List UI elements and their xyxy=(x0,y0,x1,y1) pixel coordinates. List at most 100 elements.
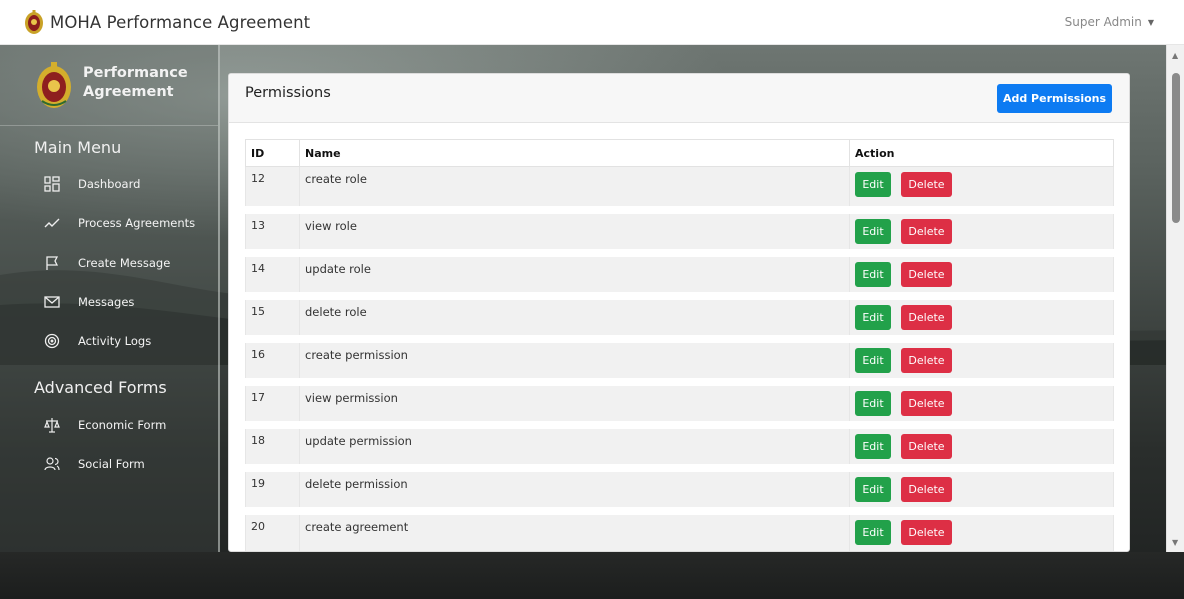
sidebar-item-label: Create Message xyxy=(78,256,171,270)
cell-actions: Edit Delete xyxy=(849,334,1114,382)
add-permissions-button[interactable]: Add Permissions xyxy=(997,84,1112,113)
cell-name: update permission xyxy=(299,420,850,468)
scroll-up-arrow-icon[interactable]: ▲ xyxy=(1172,51,1178,60)
national-emblem-icon xyxy=(25,10,43,34)
column-header-name: Name xyxy=(299,139,850,167)
top-navbar: MOHA Performance Agreement Super Admin ▼ xyxy=(0,0,1184,45)
table-row: 16 create permission Edit Delete xyxy=(245,334,1114,382)
cell-actions: Edit Delete xyxy=(849,506,1114,551)
cell-id: 13 xyxy=(245,205,300,253)
scrollbar-thumb[interactable] xyxy=(1172,73,1180,223)
cell-name: delete role xyxy=(299,291,850,339)
page-title: Permissions xyxy=(245,85,331,101)
cell-name: update role xyxy=(299,248,850,296)
table-row: 20 create agreement Edit Delete xyxy=(245,506,1114,551)
sidebar-item-label: Economic Form xyxy=(78,418,167,432)
column-header-id: ID xyxy=(245,139,300,167)
scroll-down-arrow-icon[interactable]: ▼ xyxy=(1172,538,1178,547)
mail-icon xyxy=(44,296,60,308)
sidebar-item-economic-form[interactable]: Economic Form xyxy=(44,415,209,435)
permissions-card: Permissions Add Permissions ID Name Acti… xyxy=(228,73,1130,552)
delete-button[interactable]: Delete xyxy=(901,476,952,502)
advanced-forms-title: Advanced Forms xyxy=(34,378,167,397)
sidebar: Performance Agreement Main Menu Dashboar… xyxy=(0,45,220,552)
edit-button[interactable]: Edit xyxy=(855,172,891,197)
sidebar-brand[interactable]: Performance Agreement xyxy=(36,61,193,109)
cell-actions: Edit Delete xyxy=(849,205,1114,253)
sidebar-item-process-agreements[interactable]: Process Agreements xyxy=(44,213,209,233)
edit-button[interactable]: Edit xyxy=(855,390,891,416)
edit-button[interactable]: Edit xyxy=(855,347,891,373)
table-row: 14 update role Edit Delete xyxy=(245,248,1114,296)
app-title: MOHA Performance Agreement xyxy=(50,12,311,32)
permissions-table: ID Name Action 12 create role Edit Delete 13… xyxy=(245,139,1114,551)
main-menu-title: Main Menu xyxy=(34,138,122,157)
cell-name: create permission xyxy=(299,334,850,382)
cell-actions: Edit Delete xyxy=(849,377,1114,425)
cell-actions: Edit Delete xyxy=(849,291,1114,339)
table-row: 13 view role Edit Delete xyxy=(245,205,1114,253)
page-scrollbar[interactable]: ▲ ▼ xyxy=(1166,45,1184,552)
cell-actions: Edit Delete xyxy=(849,420,1114,468)
sidebar-item-activity-logs[interactable]: Activity Logs xyxy=(44,331,209,351)
cell-id: 16 xyxy=(245,334,300,382)
column-header-action: Action xyxy=(849,139,1114,167)
edit-button[interactable]: Edit xyxy=(855,304,891,330)
sidebar-item-label: Social Form xyxy=(78,457,145,471)
sidebar-item-create-message[interactable]: Create Message xyxy=(44,253,209,273)
table-row: 19 delete permission Edit Delete xyxy=(245,463,1114,511)
sidebar-item-label: Process Agreements xyxy=(78,216,196,230)
sidebar-item-social-form[interactable]: Social Form xyxy=(44,454,209,474)
sidebar-item-messages[interactable]: Messages xyxy=(44,292,209,312)
flag-icon xyxy=(46,256,59,270)
edit-button[interactable]: Edit xyxy=(855,519,891,545)
page-footer-area xyxy=(0,552,1184,599)
cell-actions: Edit Delete xyxy=(849,166,1114,210)
delete-button[interactable]: Delete xyxy=(901,172,952,197)
card-header: Permissions Add Permissions xyxy=(229,74,1129,123)
table-row: 17 view permission Edit Delete xyxy=(245,377,1114,425)
delete-button[interactable]: Delete xyxy=(901,390,952,416)
user-name: Super Admin xyxy=(1064,15,1142,29)
sidebar-divider xyxy=(0,125,218,126)
cell-id: 14 xyxy=(245,248,300,296)
delete-button[interactable]: Delete xyxy=(901,304,952,330)
cell-id: 17 xyxy=(245,377,300,425)
cell-id: 18 xyxy=(245,420,300,468)
chevron-down-icon: ▼ xyxy=(1147,17,1154,27)
cell-name: delete permission xyxy=(299,463,850,511)
sidebar-item-label: Messages xyxy=(78,295,135,309)
cell-name: view role xyxy=(299,205,850,253)
scale-icon xyxy=(44,418,60,433)
delete-button[interactable]: Delete xyxy=(901,261,952,287)
table-row: 18 update permission Edit Delete xyxy=(245,420,1114,468)
edit-button[interactable]: Edit xyxy=(855,476,891,502)
sidebar-item-label: Activity Logs xyxy=(78,334,152,348)
cell-id: 12 xyxy=(245,166,300,210)
delete-button[interactable]: Delete xyxy=(901,433,952,459)
dashboard-icon xyxy=(44,176,60,192)
cell-actions: Edit Delete xyxy=(849,463,1114,511)
sidebar-item-dashboard[interactable]: Dashboard xyxy=(44,174,209,194)
edit-button[interactable]: Edit xyxy=(855,261,891,287)
cell-id: 15 xyxy=(245,291,300,339)
delete-button[interactable]: Delete xyxy=(901,347,952,373)
cell-id: 19 xyxy=(245,463,300,511)
table-header-row: ID Name Action xyxy=(245,139,1114,167)
national-emblem-icon xyxy=(37,62,71,108)
table-row: 15 delete role Edit Delete xyxy=(245,291,1114,339)
user-menu-dropdown[interactable]: Super Admin ▼ xyxy=(1065,15,1154,29)
cell-name: create agreement xyxy=(299,506,850,551)
edit-button[interactable]: Edit xyxy=(855,218,891,244)
chart-line-icon xyxy=(44,218,60,228)
table-row: 12 create role Edit Delete xyxy=(245,166,1114,210)
sidebar-item-label: Dashboard xyxy=(78,177,141,191)
delete-button[interactable]: Delete xyxy=(901,218,952,244)
cell-actions: Edit Delete xyxy=(849,248,1114,296)
delete-button[interactable]: Delete xyxy=(901,519,952,545)
brand-name: Performance Agreement xyxy=(83,65,188,100)
edit-button[interactable]: Edit xyxy=(855,433,891,459)
cell-name: create role xyxy=(299,166,850,210)
users-icon xyxy=(44,457,60,471)
target-icon xyxy=(44,333,60,349)
